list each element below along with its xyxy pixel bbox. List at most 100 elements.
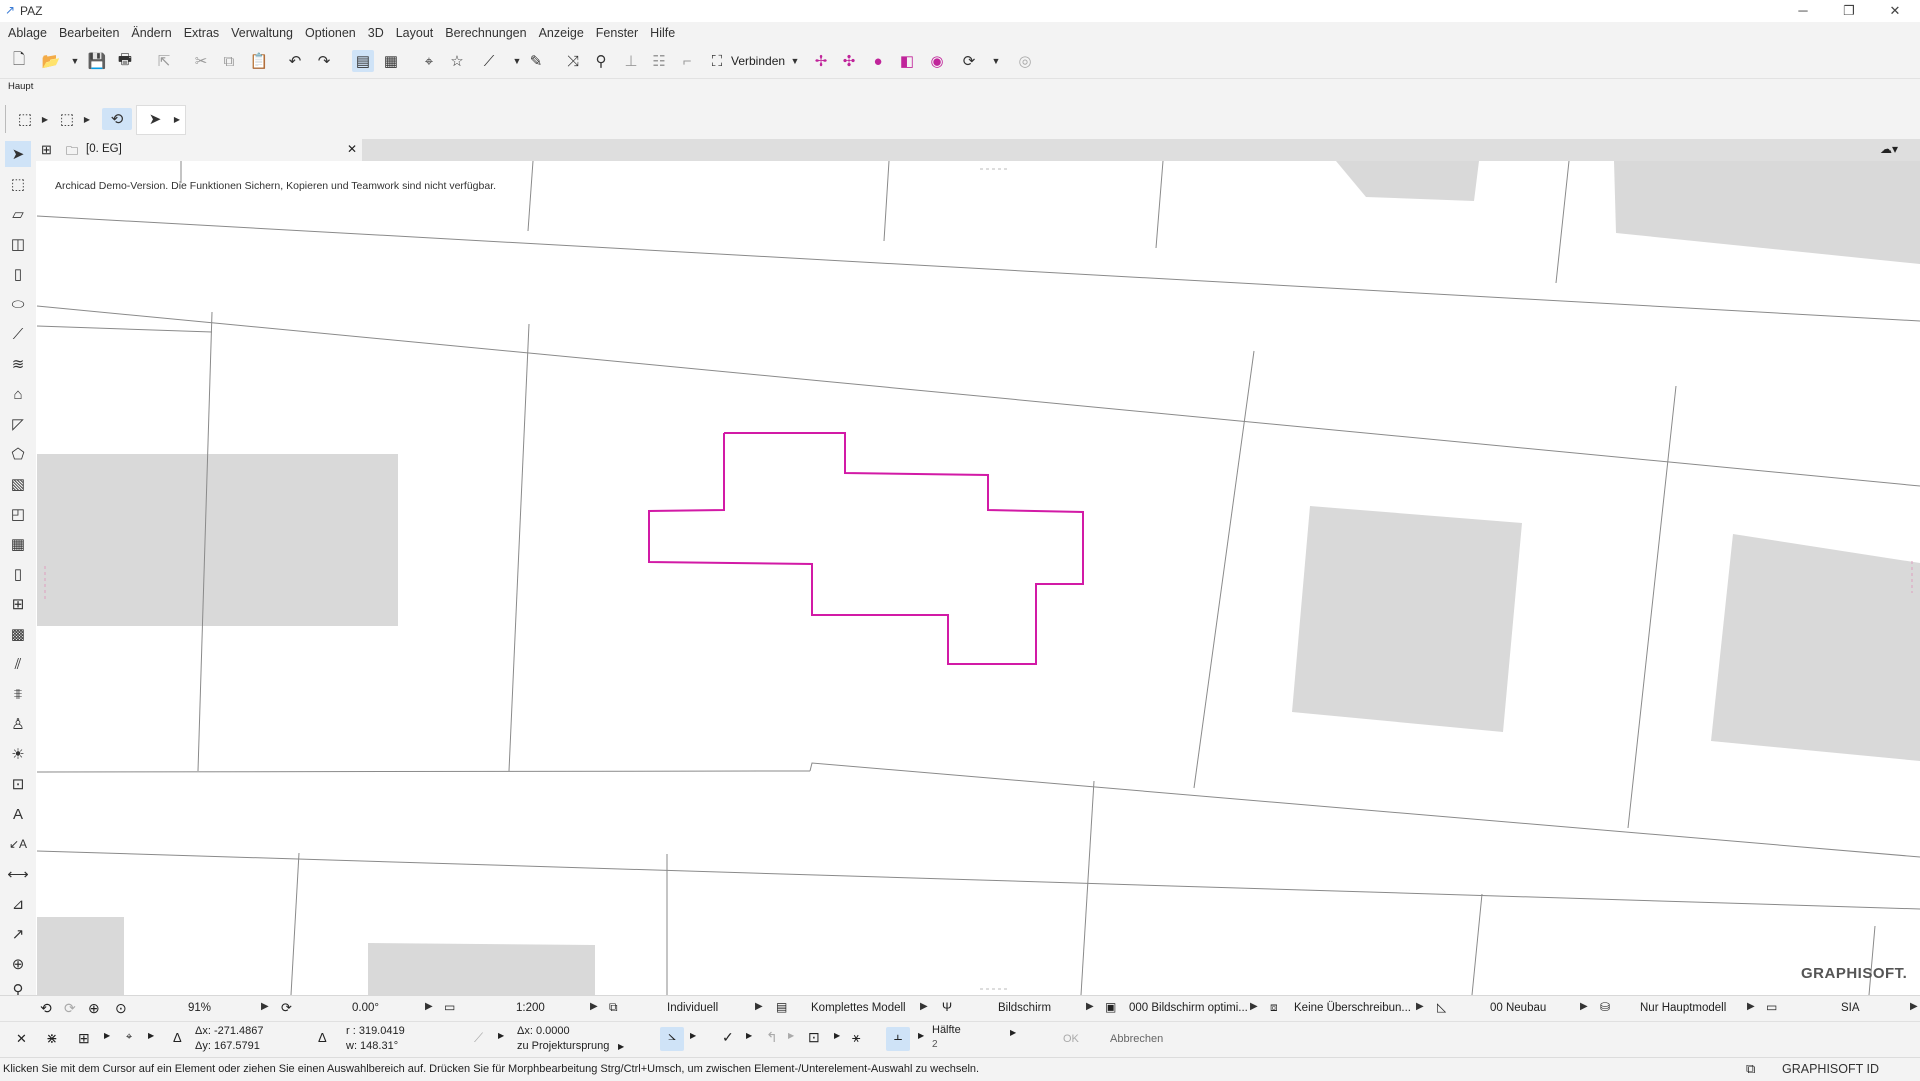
origin-reference[interactable]: zu Projektursprung xyxy=(517,1040,609,1052)
zoom-next-icon[interactable]: ⟳ xyxy=(64,1000,76,1017)
grid-icon[interactable]: ▦ xyxy=(380,50,402,72)
help-circle-icon[interactable]: ◎ xyxy=(1014,50,1036,72)
delta-y-value[interactable]: Δy: 167.5791 xyxy=(195,1040,260,1052)
graphic-override-dropdown-icon[interactable]: ▶ xyxy=(1250,1001,1258,1012)
magic-wand-icon[interactable]: ⚲ xyxy=(590,50,612,72)
scale-value[interactable]: 1:200 xyxy=(516,1002,545,1014)
half-value[interactable]: 2 xyxy=(932,1039,938,1050)
standard-dropdown-icon[interactable]: ▶ xyxy=(1910,1001,1918,1012)
offset-dropdown-icon[interactable]: ▶ xyxy=(788,1031,794,1040)
angle-coord-value[interactable]: w: 148.31° xyxy=(346,1040,398,1052)
dimension-value[interactable]: Keine Überschreibun... xyxy=(1294,1002,1411,1014)
snap-guide-icon[interactable]: ⋇ xyxy=(46,1030,58,1047)
layer-combination-value[interactable]: Individuell xyxy=(667,1002,718,1014)
minimize-icon[interactable]: ─ xyxy=(1780,0,1826,22)
divide-dropdown-icon[interactable]: ▶ xyxy=(918,1031,924,1040)
geometry-method-icon[interactable]: ⦣ xyxy=(660,1027,684,1051)
menu-verwaltung[interactable]: Verwaltung xyxy=(225,22,299,44)
wall-tool-icon[interactable]: ▱ xyxy=(5,201,31,227)
structure-value[interactable]: Nur Hauptmodell xyxy=(1640,1002,1726,1014)
window-tool-icon[interactable]: ▦ xyxy=(5,531,31,557)
curtain-wall-tool-icon[interactable]: ◫ xyxy=(5,231,31,257)
floor-plan-view-icon[interactable]: ▤ xyxy=(352,50,374,72)
paz-icon[interactable]: ◉ xyxy=(926,50,948,72)
special-snap-icon[interactable]: ✣ xyxy=(838,50,860,72)
connect-icon[interactable]: ⛶ xyxy=(706,50,728,72)
radius-value[interactable]: r : 319.0419 xyxy=(346,1025,405,1037)
copy-icon[interactable]: ⧉ xyxy=(218,50,240,72)
object-tool-icon[interactable]: ♙ xyxy=(5,711,31,737)
section-icon[interactable]: ⌖ xyxy=(418,50,440,72)
connect-label[interactable]: Verbinden xyxy=(731,54,785,68)
trim-icon[interactable]: ⤨ xyxy=(562,50,584,72)
standard-value[interactable]: SIA xyxy=(1841,1002,1860,1014)
geometry-method-dropdown-icon[interactable]: ▶ xyxy=(690,1031,696,1040)
zoom-dropdown-icon[interactable]: ▶ xyxy=(261,1001,269,1012)
door-tool-icon[interactable]: ◰ xyxy=(5,501,31,527)
curtain-grid-tool-icon[interactable]: ▩ xyxy=(5,621,31,647)
magic-wand-small-icon[interactable]: ⚹ xyxy=(852,1029,860,1046)
renovation-dropdown-icon[interactable]: ▶ xyxy=(1580,1001,1588,1012)
layer-dropdown-icon[interactable]: ▶ xyxy=(755,1001,763,1012)
redo-icon[interactable]: ↷ xyxy=(313,50,335,72)
cut-icon[interactable]: ✂ xyxy=(190,50,212,72)
connect-dropdown-icon[interactable]: ▼ xyxy=(784,50,806,72)
absolute-coord-dropdown-icon[interactable]: ▶ xyxy=(498,1031,504,1040)
skylight-tool-icon[interactable]: ▯ xyxy=(5,561,31,587)
delta-x-value[interactable]: Δx: -271.4867 xyxy=(195,1025,264,1037)
close-tab-icon[interactable]: ✕ xyxy=(347,142,357,156)
graphisoft-id-link[interactable]: GRAPHISOFT ID xyxy=(1782,1062,1879,1076)
tab-floor-plan[interactable]: ⊞ 🗀 [0. EG] ✕ xyxy=(36,139,362,161)
stair-tool-icon[interactable]: ≋ xyxy=(5,351,31,377)
radial-dimension-icon[interactable]: ↗ xyxy=(5,921,31,947)
shell-tool-icon[interactable]: ◸ xyxy=(5,411,31,437)
box-icon[interactable]: ◧ xyxy=(896,50,918,72)
close-window-icon[interactable]: ✕ xyxy=(1872,0,1918,22)
dimension-dropdown-icon[interactable]: ▶ xyxy=(1416,1001,1424,1012)
layers-quick-icon[interactable]: ☁▾ xyxy=(1880,142,1898,156)
inject-icon[interactable]: ✎ xyxy=(525,50,547,72)
publish-icon[interactable]: ⇱ xyxy=(153,50,175,72)
text-tool-icon[interactable]: A xyxy=(5,801,31,827)
structure-dropdown-icon[interactable]: ▶ xyxy=(1747,1001,1755,1012)
zoom-value[interactable]: 91% xyxy=(188,1002,211,1014)
pen-set-value[interactable]: Bildschirm xyxy=(998,1002,1051,1014)
grid-snap-icon[interactable]: ⊞ xyxy=(78,1030,90,1047)
label-tool-icon[interactable]: ↙A xyxy=(5,831,31,857)
save-icon[interactable]: 💾 xyxy=(86,50,108,72)
open-dropdown-icon[interactable]: ▼ xyxy=(64,50,86,72)
half-label[interactable]: Hälfte xyxy=(932,1024,961,1036)
menu-bearbeiten[interactable]: Bearbeiten xyxy=(53,22,125,44)
lamp-tool-icon[interactable]: ☀ xyxy=(5,741,31,767)
print-icon[interactable]: 🖶 xyxy=(114,50,136,72)
origin-dropdown-icon[interactable]: ▶ xyxy=(618,1042,624,1051)
absolute-x-value[interactable]: Δx: 0.0000 xyxy=(517,1025,570,1037)
zone-tool-icon[interactable]: ⊡ xyxy=(5,771,31,797)
angle-dropdown-icon[interactable]: ▶ xyxy=(425,1001,433,1012)
check-edit-icon[interactable]: ✓ xyxy=(722,1029,734,1046)
relative-construction-dropdown-icon[interactable]: ▶ xyxy=(834,1031,840,1040)
open-file-icon[interactable]: 📂 xyxy=(40,50,62,72)
marquee-dropdown-icon[interactable]: ▶ xyxy=(76,108,98,130)
arrow-tool-settings-icon[interactable]: ⬚ xyxy=(14,108,36,130)
roof-tool-icon[interactable]: ⌂ xyxy=(5,381,31,407)
menu-aendern[interactable]: Ändern xyxy=(125,22,177,44)
renovation-value[interactable]: 00 Neubau xyxy=(1490,1002,1546,1014)
floor-plan-canvas[interactable]: Archicad Demo-Version. Die Funktionen Si… xyxy=(36,161,1920,995)
rotate-mode-icon[interactable]: ⟲ xyxy=(102,108,132,130)
elevation-icon[interactable]: ⊥ xyxy=(620,50,642,72)
pen-set-dropdown-icon[interactable]: ▶ xyxy=(1086,1001,1094,1012)
scale-dropdown-icon[interactable]: ▶ xyxy=(590,1001,598,1012)
grid-snap-dropdown-icon[interactable]: ▶ xyxy=(104,1031,110,1040)
new-file-icon[interactable]: 🗋 xyxy=(8,50,30,72)
slab-tool-icon[interactable]: ⟋ xyxy=(5,321,31,347)
undo-icon[interactable]: ↶ xyxy=(284,50,306,72)
pointer-icon[interactable]: ➤ xyxy=(144,108,166,130)
marquee-tool-icon[interactable]: ⬚ xyxy=(5,171,31,197)
snap-point-dropdown-icon[interactable]: ▶ xyxy=(148,1031,154,1040)
menu-anzeige[interactable]: Anzeige xyxy=(533,22,590,44)
zoom-previous-icon[interactable]: ⟲ xyxy=(40,1000,52,1017)
teamwork-icon[interactable]: ⟳ xyxy=(958,50,980,72)
ramp-tool-icon[interactable]: ⩨ xyxy=(5,681,31,707)
view-grid-icon[interactable]: ⊞ xyxy=(41,142,52,158)
